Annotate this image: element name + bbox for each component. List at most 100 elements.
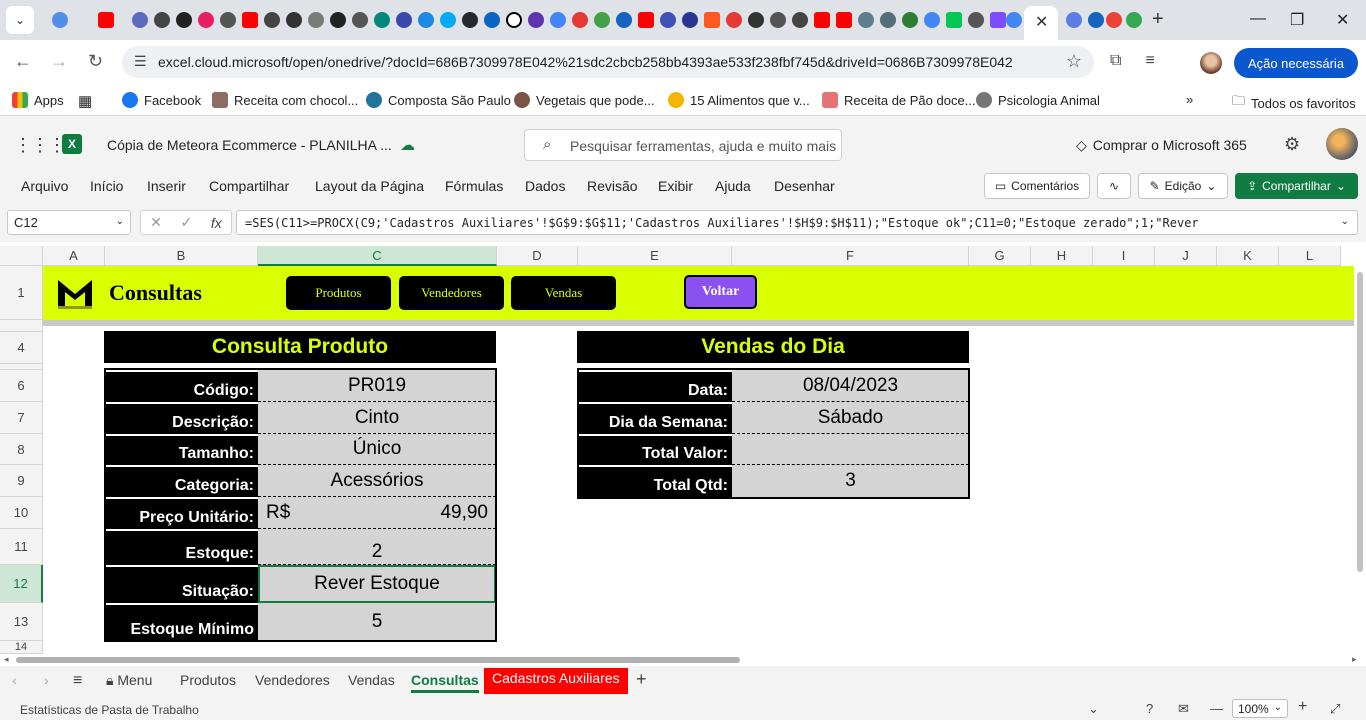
tab-favicon[interactable] [1006,12,1022,28]
tab-favicon[interactable] [616,12,632,28]
estoque-value[interactable]: 2 [258,529,496,565]
tab-favicon[interactable] [770,12,786,28]
new-tab-plus-icon[interactable]: + [1152,8,1164,31]
name-box[interactable]: C12 ⌄ [7,210,131,235]
column-header[interactable]: E [578,246,732,266]
chevron-down-icon[interactable]: ⌄ [1088,701,1099,717]
tab-dados[interactable]: Dados [525,178,565,194]
tab-favicon[interactable] [594,12,610,28]
tab-ajuda[interactable]: Ajuda [715,178,751,194]
tab-favicon[interactable] [220,12,236,28]
tab-favicon[interactable] [572,12,588,28]
row-header[interactable]: 8 [0,434,43,465]
tab-favicon[interactable] [880,12,896,28]
tab-favicon[interactable] [132,12,148,28]
horizontal-scroll-thumb[interactable] [16,657,740,663]
back-arrow-icon[interactable]: ← [14,51,32,72]
codigo-value[interactable]: PR019 [258,370,496,402]
close-window-icon[interactable]: ✕ [1336,10,1349,30]
expand-formula-icon[interactable]: ⌄ [1341,216,1349,227]
settings-gear-icon[interactable]: ⚙ [1284,134,1300,155]
tab-favicon[interactable] [638,12,654,28]
row-header[interactable]: 6 [0,370,43,402]
row-header-selected[interactable]: 12 [0,565,43,603]
reading-list-icon[interactable]: ▦ [78,92,92,110]
document-title[interactable]: Cópia de Meteora Ecommerce - PLANILHA ..… [107,137,392,153]
reload-icon[interactable]: ↻ [88,51,103,72]
tab-favicon[interactable] [1126,12,1142,28]
column-header[interactable]: J [1155,246,1217,266]
tab-favicon[interactable] [462,12,478,28]
row-header-hidden[interactable] [0,320,43,332]
app-launcher-icon[interactable]: ⋮⋮⋮ [14,135,66,156]
tab-inicio[interactable]: Início [90,178,123,194]
row-header[interactable]: 11 [0,529,43,565]
tab-favicon[interactable] [1066,12,1082,28]
tab-favicon[interactable] [52,12,68,28]
forward-arrow-icon[interactable]: → [50,51,68,72]
column-header[interactable]: I [1093,246,1155,266]
tab-favicon[interactable] [264,12,280,28]
prev-sheet-icon[interactable]: ‹ [12,672,17,688]
tab-favicon[interactable] [352,12,368,28]
column-header[interactable]: K [1217,246,1279,266]
tab-favicon[interactable] [528,12,544,28]
data-value[interactable]: 08/04/2023 [732,370,969,402]
column-header[interactable]: H [1031,246,1093,266]
situacao-value-selected-cell[interactable]: Rever Estoque [258,565,496,603]
tab-favicon[interactable] [506,12,522,28]
tab-favicon[interactable] [748,12,764,28]
sheet-tab-vendas[interactable]: Vendas [348,672,395,688]
horizontal-scrollbar[interactable]: ◂ ▸ [0,654,1366,666]
bookmark-receita-chocolate[interactable]: Receita com chocol... [212,92,358,108]
tamanho-value[interactable]: Único [258,434,496,465]
tab-favicon[interactable] [902,12,918,28]
sheet-tab-vendedores[interactable]: Vendedores [255,672,330,688]
column-header-selected[interactable]: C [258,246,497,266]
select-all-corner[interactable] [0,246,43,266]
check-icon[interactable]: ✓ [181,214,193,231]
help-icon[interactable]: ? [1146,701,1153,716]
formula-text[interactable]: =SES(C11>=PROCX(C9;'Cadastros Auxiliares… [245,216,1199,230]
url-bar[interactable]: ☰ excel.cloud.microsoft/open/onedrive/?d… [122,46,1094,78]
row-header[interactable]: 13 [0,603,43,641]
tab-favicon[interactable] [726,12,742,28]
column-header[interactable]: F [732,246,969,266]
sheet-tab-consultas[interactable]: Consultas [411,672,479,693]
zoom-out-icon[interactable]: — [1210,701,1223,716]
next-sheet-icon[interactable]: › [44,672,49,688]
column-header[interactable]: B [105,246,258,266]
tab-favicon[interactable] [814,12,830,28]
tab-favicon[interactable] [1088,12,1104,28]
fit-screen-icon[interactable]: ⤢ [1330,701,1340,717]
scroll-left-icon[interactable]: ◂ [4,654,9,665]
more-bookmarks-chevron-icon[interactable]: » [1186,92,1193,107]
tab-favicon[interactable] [946,12,962,28]
url-text[interactable]: excel.cloud.microsoft/open/onedrive/?doc… [158,54,1013,70]
bookmark-vegetais[interactable]: Vegetais que pode... [514,92,655,108]
tab-favicon[interactable] [858,12,874,28]
row-header[interactable]: 10 [0,497,43,529]
extensions-puzzle-icon[interactable]: ⧉ [1110,52,1121,70]
active-browser-tab[interactable]: ✕ [1024,6,1058,40]
chevron-down-icon[interactable]: ⌄ [116,216,124,227]
media-control-icon[interactable]: ≡ [1145,52,1154,70]
column-header[interactable]: A [43,246,105,266]
all-favorites[interactable]: 🗀 Todos os favoritos [1232,92,1356,114]
row-header[interactable]: 4 [0,332,43,364]
share-button[interactable]: ⇪ Compartilhar ⌄ [1235,173,1358,199]
tab-search-chevron-icon[interactable]: ⌄ [6,6,34,34]
tab-favicon[interactable] [792,12,808,28]
workbook-statistics[interactable]: Estatísticas de Pasta de Trabalho [20,703,199,717]
tab-favicon[interactable] [836,12,852,28]
bookmark-psicologia[interactable]: Psicologia Animal [976,92,1100,108]
column-header[interactable]: G [969,246,1031,266]
catch-up-button[interactable]: ∿ [1097,173,1131,199]
restore-icon[interactable]: ❐ [1290,10,1304,30]
tab-arquivo[interactable]: Arquivo [21,178,68,194]
bookmark-pao-doce[interactable]: Receita de Pão doce... [822,92,976,108]
bookmark-apps[interactable]: Apps [12,92,64,108]
row-header[interactable]: 9 [0,465,43,497]
site-info-icon[interactable]: ☰ [134,53,147,70]
close-tab-icon[interactable]: ✕ [1035,12,1048,32]
